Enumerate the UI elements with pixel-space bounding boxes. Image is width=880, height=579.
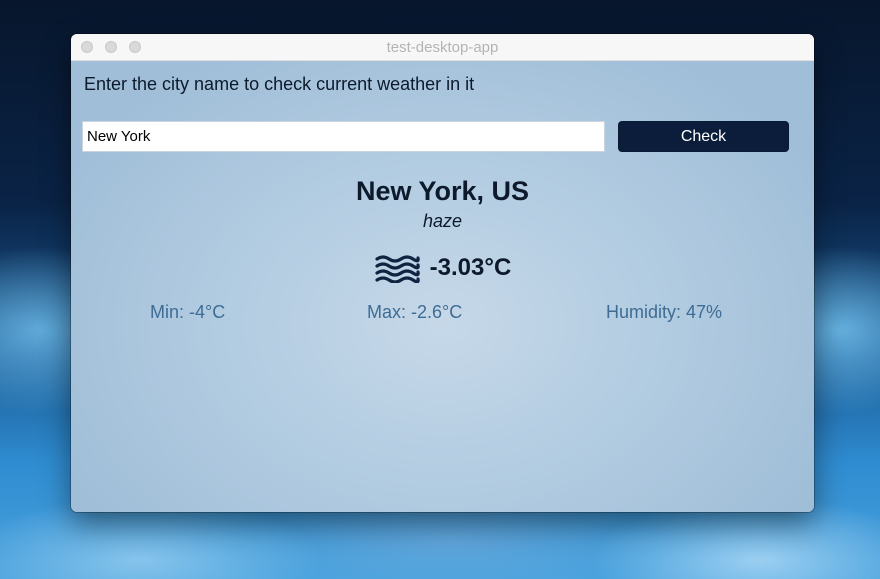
main-content: Enter the city name to check current wea…	[71, 61, 814, 512]
min-temperature: Min: -4°C	[150, 302, 226, 322]
max-temperature: Max: -2.6°C	[367, 302, 463, 322]
instruction-text: Enter the city name to check current wea…	[84, 74, 475, 94]
app-window: test-desktop-app Enter the city name to …	[71, 34, 814, 512]
temperature-value: -3.03°C	[429, 254, 512, 281]
humidity: Humidity: 47%	[606, 302, 723, 322]
weather-condition: haze	[422, 211, 463, 231]
location-title: New York, US	[355, 176, 530, 206]
window-titlebar[interactable]: test-desktop-app	[71, 34, 814, 61]
temperature-row: -3.03°C	[71, 253, 814, 283]
haze-icon	[375, 255, 420, 283]
city-input[interactable]	[82, 121, 605, 152]
desktop-background: test-desktop-app Enter the city name to …	[0, 0, 880, 579]
check-button[interactable]: Check	[618, 121, 789, 152]
window-title: test-desktop-app	[386, 39, 499, 56]
